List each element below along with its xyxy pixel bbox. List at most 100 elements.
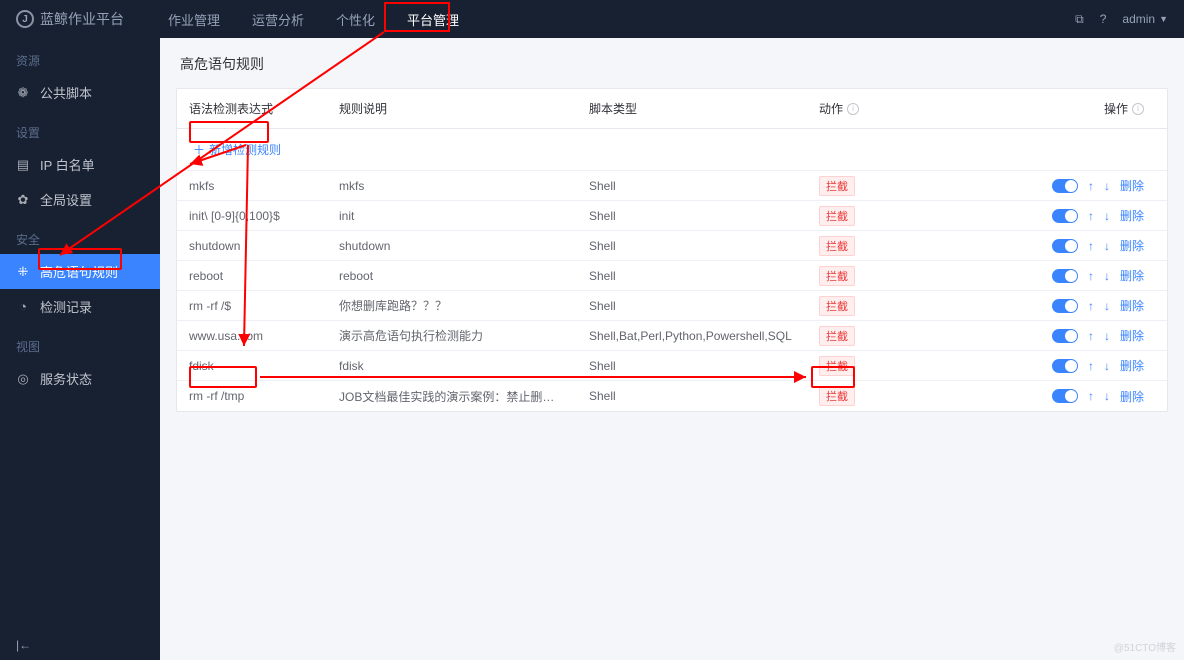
table-row: mkfsmkfsShell拦截↑↓删除 (177, 171, 1167, 201)
move-down-icon[interactable]: ↓ (1104, 359, 1110, 373)
external-icon[interactable]: ⧉ (1075, 12, 1084, 27)
move-up-icon[interactable]: ↑ (1088, 329, 1094, 343)
sidebar-item[interactable]: ✿全局设置 (0, 182, 160, 217)
enable-toggle[interactable] (1052, 269, 1078, 283)
th-operations: 操作i (1027, 100, 1162, 117)
cell-script-type: Shell (577, 179, 807, 193)
delete-button[interactable]: 删除 (1120, 388, 1144, 405)
delete-button[interactable]: 删除 (1120, 267, 1144, 284)
move-up-icon[interactable]: ↑ (1088, 239, 1094, 253)
move-up-icon[interactable]: ↑ (1088, 269, 1094, 283)
cell-action: 拦截 (807, 386, 1027, 406)
nav-item[interactable]: 平台管理 (391, 0, 475, 38)
move-down-icon[interactable]: ↓ (1104, 329, 1110, 343)
enable-toggle[interactable] (1052, 329, 1078, 343)
topbar-right: ⧉ ? admin ▼ (1075, 12, 1168, 27)
nav-item[interactable]: 运营分析 (236, 0, 320, 38)
cell-operations: ↑ ↓ 删除 (1027, 207, 1162, 224)
sidebar: 资源❁公共脚本设置▤IP 白名单✿全局设置安全⁜高危语句规则◔检测记录视图◎服务… (0, 38, 160, 660)
user-label: admin (1122, 12, 1155, 26)
cell-script-type: Shell (577, 269, 807, 283)
add-rule-row: ＋ 新增检测规则 (177, 129, 1167, 171)
enable-toggle[interactable] (1052, 389, 1078, 403)
cell-description: 演示高危语句执行检测能力 (327, 327, 577, 344)
delete-button[interactable]: 删除 (1120, 357, 1144, 374)
cell-operations: ↑ ↓ 删除 (1027, 297, 1162, 314)
move-down-icon[interactable]: ↓ (1104, 269, 1110, 283)
cell-description: shutdown (327, 239, 577, 253)
cell-script-type: Shell (577, 299, 807, 313)
move-down-icon[interactable]: ↓ (1104, 389, 1110, 403)
action-badge: 拦截 (819, 206, 855, 226)
table-row: rm -rf /$你想删库跑路？？？Shell拦截↑↓删除 (177, 291, 1167, 321)
action-badge: 拦截 (819, 266, 855, 286)
table-row: rebootrebootShell拦截↑↓删除 (177, 261, 1167, 291)
cell-action: 拦截 (807, 206, 1027, 226)
cell-description: fdisk (327, 359, 577, 373)
table-row: shutdownshutdownShell拦截↑↓删除 (177, 231, 1167, 261)
move-down-icon[interactable]: ↓ (1104, 179, 1110, 193)
chevron-down-icon: ▼ (1159, 14, 1168, 24)
move-up-icon[interactable]: ↑ (1088, 359, 1094, 373)
cell-operations: ↑ ↓ 删除 (1027, 327, 1162, 344)
sidebar-item-label: 公共脚本 (40, 83, 92, 102)
brand-name: 蓝鲸作业平台 (40, 9, 124, 29)
move-down-icon[interactable]: ↓ (1104, 209, 1110, 223)
topbar: J 蓝鲸作业平台 作业管理运营分析个性化平台管理 ⧉ ? admin ▼ (0, 0, 1184, 38)
cell-expression: rm -rf /$ (177, 299, 327, 313)
cell-expression: rm -rf /tmp (177, 389, 327, 403)
move-up-icon[interactable]: ↑ (1088, 179, 1094, 193)
collapse-sidebar-icon[interactable]: |← (16, 638, 31, 652)
help-icon[interactable]: ? (1100, 12, 1107, 26)
enable-toggle[interactable] (1052, 359, 1078, 373)
cell-script-type: Shell (577, 239, 807, 253)
delete-button[interactable]: 删除 (1120, 207, 1144, 224)
logo-icon: J (16, 10, 34, 28)
info-icon[interactable]: i (1132, 103, 1144, 115)
nav-item[interactable]: 个性化 (320, 0, 391, 38)
move-down-icon[interactable]: ↓ (1104, 299, 1110, 313)
move-up-icon[interactable]: ↑ (1088, 389, 1094, 403)
delete-button[interactable]: 删除 (1120, 237, 1144, 254)
cell-operations: ↑ ↓ 删除 (1027, 237, 1162, 254)
add-rule-button[interactable]: ＋ 新增检测规则 (189, 139, 285, 160)
sidebar-item-label: 检测记录 (40, 297, 92, 316)
top-nav: 作业管理运营分析个性化平台管理 (152, 0, 475, 38)
cell-description: JOB文档最佳实践的演示案例：禁止删除临时缓存目... (327, 388, 577, 405)
th-description: 规则说明 (327, 100, 577, 117)
delete-button[interactable]: 删除 (1120, 327, 1144, 344)
action-badge: 拦截 (819, 176, 855, 196)
user-menu[interactable]: admin ▼ (1122, 12, 1168, 26)
sidebar-item[interactable]: ◔ 检测记录 (0, 289, 160, 324)
delete-button[interactable]: 删除 (1120, 297, 1144, 314)
cell-script-type: Shell,Bat,Perl,Python,Powershell,SQL (577, 329, 807, 343)
move-up-icon[interactable]: ↑ (1088, 299, 1094, 313)
cell-operations: ↑ ↓ 删除 (1027, 267, 1162, 284)
action-badge: 拦截 (819, 236, 855, 256)
nav-item[interactable]: 作业管理 (152, 0, 236, 38)
clock-icon: ◔ (16, 299, 30, 314)
info-icon[interactable]: i (847, 103, 859, 115)
enable-toggle[interactable] (1052, 179, 1078, 193)
target-icon: ◎ (16, 371, 30, 387)
enable-toggle[interactable] (1052, 299, 1078, 313)
move-down-icon[interactable]: ↓ (1104, 239, 1110, 253)
sidebar-item[interactable]: ⁜高危语句规则 (0, 254, 160, 289)
sidebar-item-label: 高危语句规则 (40, 262, 118, 281)
main-content: 高危语句规则 语法检测表达式 规则说明 脚本类型 动作i 操作i ＋ 新增检测规… (160, 38, 1184, 660)
cell-script-type: Shell (577, 389, 807, 403)
cell-operations: ↑ ↓ 删除 (1027, 177, 1162, 194)
cog-icon: ✿ (16, 192, 30, 208)
watermark: @51CTO博客 (1114, 639, 1176, 654)
move-up-icon[interactable]: ↑ (1088, 209, 1094, 223)
page-title: 高危语句规则 (160, 38, 1184, 88)
sidebar-item[interactable]: ▤IP 白名单 (0, 147, 160, 182)
sidebar-item-label: 服务状态 (40, 369, 92, 388)
enable-toggle[interactable] (1052, 239, 1078, 253)
sidebar-item[interactable]: ❁公共脚本 (0, 75, 160, 110)
sidebar-item[interactable]: ◎ 服务状态 (0, 361, 160, 396)
delete-button[interactable]: 删除 (1120, 177, 1144, 194)
enable-toggle[interactable] (1052, 209, 1078, 223)
th-script-type: 脚本类型 (577, 100, 807, 117)
action-badge: 拦截 (819, 356, 855, 376)
